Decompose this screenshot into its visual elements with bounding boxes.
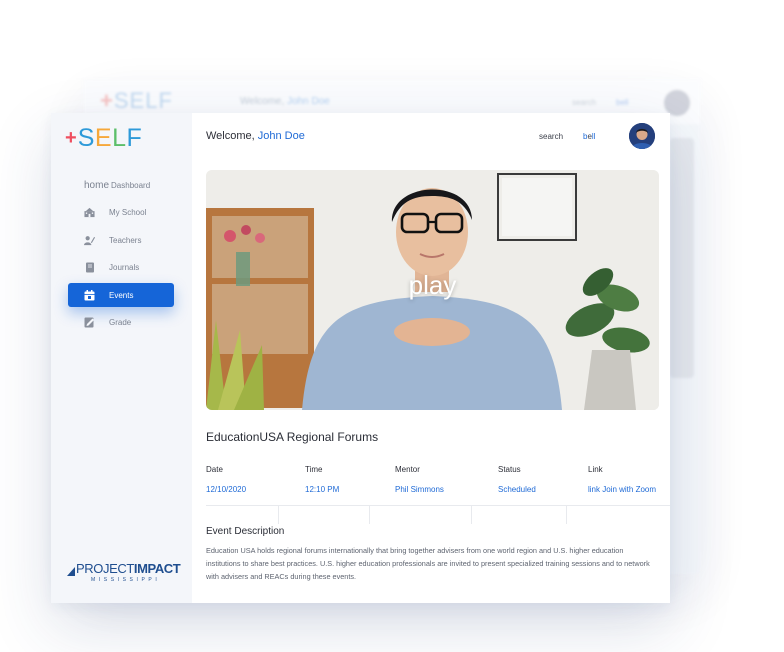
- column-time: Time: [305, 465, 323, 474]
- event-date: 12/10/2020: [206, 485, 247, 494]
- table-column-divider: [566, 506, 567, 524]
- table-row: 12/10/2020 12:10 PM Phil Simmons Schedul…: [206, 485, 670, 505]
- column-mentor: Mentor: [395, 465, 420, 474]
- event-video-player[interactable]: play: [206, 170, 659, 410]
- sidebar-item-my-school[interactable]: My School: [68, 201, 174, 225]
- partner-arrow-icon: [67, 567, 75, 576]
- logo-letter-e: E: [94, 123, 113, 152]
- event-mentor: Phil Simmons: [395, 485, 444, 494]
- column-link: Link: [588, 465, 603, 474]
- logo-letter-l: L: [112, 123, 127, 152]
- table-column-divider: [471, 506, 472, 524]
- welcome-prefix: Welcome,: [206, 130, 255, 142]
- home-icon: home: [84, 179, 110, 191]
- column-status: Status: [498, 465, 521, 474]
- self-logo[interactable]: + SELF: [65, 123, 142, 153]
- bell-label-tail: ll: [591, 132, 596, 141]
- search-button[interactable]: search: [539, 132, 563, 141]
- sidebar-nav: home Dashboard My School Teachers Journa…: [68, 173, 174, 338]
- screen: +SELF Welcome, John Doe search bell + SE…: [0, 0, 784, 652]
- column-date: Date: [206, 465, 223, 474]
- sidebar-item-grade[interactable]: Grade: [68, 311, 174, 335]
- grade-icon: [84, 317, 95, 328]
- partner-subtitle: MISSISSIPPI: [91, 577, 161, 583]
- sidebar-item-dashboard[interactable]: home Dashboard: [68, 173, 174, 197]
- table-header-row: Date Time Mentor Status Link: [206, 465, 670, 485]
- partner-word-project: PROJECT: [76, 561, 134, 576]
- project-impact-logo: PROJECTIMPACT MISSISSIPPI: [67, 561, 181, 583]
- sidebar-item-label: Events: [109, 290, 134, 300]
- sidebar-item-label: Dashboard: [111, 180, 151, 190]
- school-icon: [84, 207, 95, 218]
- table-column-divider: [278, 506, 279, 524]
- sidebar-item-teachers[interactable]: Teachers: [68, 228, 174, 252]
- sidebar: + SELF home Dashboard My School Teachers…: [51, 113, 192, 603]
- sidebar-item-journals[interactable]: Journals: [68, 256, 174, 280]
- event-description-heading: Event Description: [206, 526, 285, 537]
- event-title: EducationUSA Regional Forums: [206, 430, 379, 444]
- app-window: + SELF home Dashboard My School Teachers…: [51, 113, 670, 603]
- background-panel: [670, 138, 694, 378]
- welcome-message: Welcome, John Doe: [206, 130, 305, 142]
- bell-button[interactable]: bell: [583, 132, 595, 141]
- event-time: 12:10 PM: [305, 485, 340, 494]
- event-status: Scheduled: [498, 485, 536, 494]
- sidebar-item-events[interactable]: Events: [68, 283, 174, 307]
- user-name[interactable]: John Doe: [258, 130, 305, 142]
- calendar-icon: [84, 289, 95, 301]
- partner-word-impact: IMPACT: [133, 561, 181, 576]
- table-divider: [206, 505, 670, 524]
- sidebar-item-label: Grade: [109, 318, 132, 327]
- zoom-link[interactable]: link Join with Zoom: [588, 485, 656, 494]
- top-bar: Welcome, John Doe search bell: [192, 113, 670, 157]
- partner-name: PROJECTIMPACT: [76, 561, 181, 576]
- background-logo: +SELF: [100, 88, 173, 113]
- background-search: search: [572, 98, 597, 107]
- logo-letter-f: F: [126, 123, 143, 152]
- sidebar-item-label: Teachers: [109, 235, 142, 245]
- table-column-divider: [369, 506, 370, 524]
- background-user-name: John Doe: [287, 96, 330, 107]
- background-welcome-prefix: Welcome,: [240, 96, 285, 107]
- avatar[interactable]: [629, 123, 655, 149]
- teachers-icon: [84, 235, 95, 246]
- logo-wordmark: SELF: [77, 123, 143, 152]
- play-button[interactable]: play: [206, 270, 659, 301]
- partner-wordmark: PROJECTIMPACT: [67, 561, 181, 576]
- background-bell: bell: [616, 98, 629, 107]
- event-details-table: Date Time Mentor Status Link 12/10/2020 …: [206, 465, 670, 524]
- logo-plus: +: [65, 127, 77, 149]
- background-welcome: Welcome, John Doe: [240, 96, 330, 107]
- event-description-text: Education USA holds regional forums inte…: [206, 546, 650, 581]
- sidebar-item-label: Journals: [109, 263, 140, 272]
- sidebar-item-label: My School: [109, 208, 147, 217]
- journal-icon: [84, 262, 95, 273]
- logo-letter-s: S: [77, 123, 95, 152]
